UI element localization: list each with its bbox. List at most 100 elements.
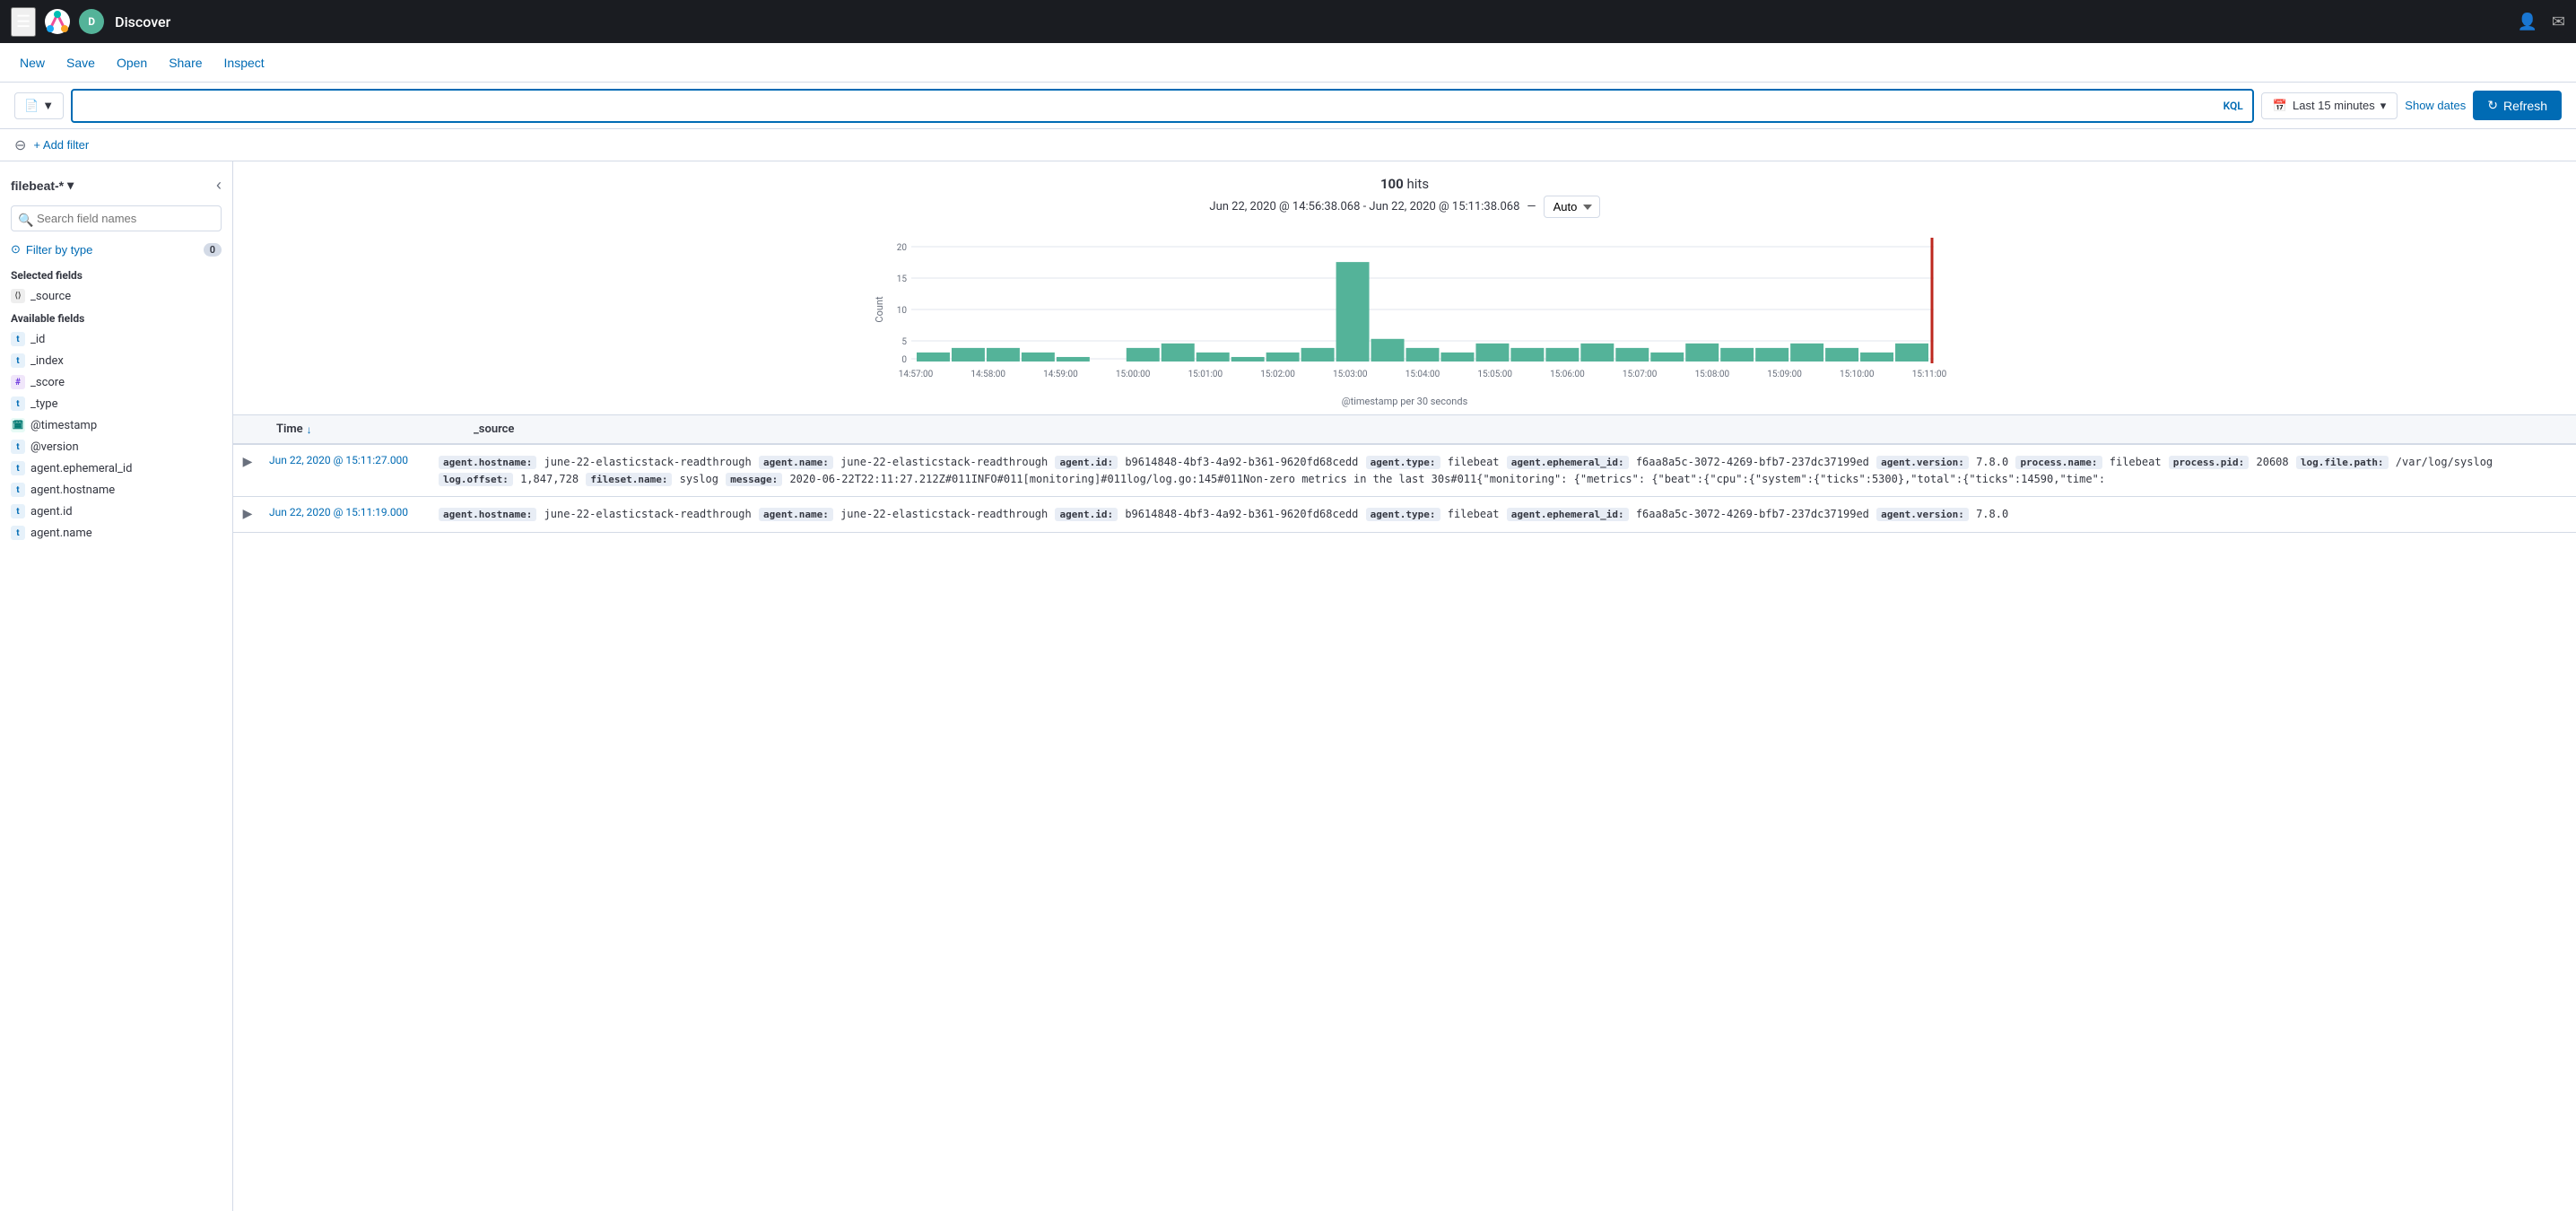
- chart-bar[interactable]: [1057, 357, 1090, 362]
- field-key: agent.ephemeral_id:: [1507, 508, 1629, 521]
- field-key: agent.name:: [759, 508, 833, 521]
- share-button[interactable]: Share: [163, 52, 207, 74]
- kql-badge[interactable]: KQL: [2224, 100, 2243, 112]
- time-column-header[interactable]: Time ↓: [276, 423, 474, 436]
- chart-bar[interactable]: [1475, 344, 1509, 362]
- new-button[interactable]: New: [14, 52, 50, 74]
- index-pattern-button[interactable]: filebeat-* ▾: [11, 178, 74, 193]
- inspect-button[interactable]: Inspect: [219, 52, 270, 74]
- index-selector[interactable]: 📄 ▼: [14, 92, 64, 119]
- field-value: june-22-elasticstack-readthrough: [834, 456, 1055, 468]
- selected-field-item[interactable]: ⟨⟩_source: [0, 285, 232, 307]
- toolbar: New Save Open Share Inspect: [0, 43, 2576, 83]
- field-type-icon: t: [11, 396, 25, 411]
- interval-select[interactable]: Auto: [1544, 196, 1600, 218]
- available-fields-list: t_idt_index#_scoret_type🗓@timestamp t @ver…: [0, 328, 232, 544]
- chart-bar[interactable]: [1685, 344, 1719, 362]
- chart-bar[interactable]: [1336, 262, 1370, 362]
- available-field-item[interactable]: t_type: [0, 393, 232, 414]
- field-key: process.pid:: [2169, 456, 2249, 469]
- x-axis-tick-label: 15:07:00: [1623, 370, 1658, 379]
- y-axis-label: Count: [874, 296, 885, 323]
- available-field-item[interactable]: tagent.name: [0, 522, 232, 544]
- chart-container: 100 hits Jun 22, 2020 @ 14:56:38.068 - J…: [233, 161, 2576, 415]
- expand-row-button[interactable]: ▶: [233, 497, 262, 530]
- collapse-sidebar-button[interactable]: ‹: [216, 176, 222, 195]
- chart-bar[interactable]: [1406, 348, 1440, 362]
- show-dates-button[interactable]: Show dates: [2405, 99, 2466, 112]
- field-type-icon: t: [11, 526, 25, 540]
- chart-bar[interactable]: [1650, 353, 1684, 362]
- field-name: _score: [30, 376, 65, 389]
- chart-bar[interactable]: [1790, 344, 1823, 362]
- chart-bar[interactable]: [1127, 348, 1160, 362]
- search-bar: 📄 ▼ KQL 📅 Last 15 minutes ▾ Show dates ↻…: [0, 83, 2576, 129]
- chart-bar[interactable]: [1231, 357, 1265, 362]
- open-button[interactable]: Open: [111, 52, 152, 74]
- field-key: log.file.path:: [2296, 456, 2389, 469]
- available-field-item[interactable]: 🗓@timestamp: [0, 414, 232, 436]
- result-time[interactable]: Jun 22, 2020 @ 15:11:27.000: [262, 445, 431, 475]
- chart-bar[interactable]: [1860, 353, 1893, 362]
- save-button[interactable]: Save: [61, 52, 100, 74]
- time-picker-button[interactable]: 📅 Last 15 minutes ▾: [2261, 92, 2398, 119]
- field-value: syslog: [673, 473, 725, 485]
- field-type-icon: 🗓: [11, 418, 25, 432]
- chart-bar[interactable]: [1580, 344, 1614, 362]
- search-input[interactable]: [82, 99, 2224, 113]
- chart-bar[interactable]: [1022, 353, 1055, 362]
- available-field-item[interactable]: t @version: [0, 436, 232, 457]
- notifications-icon[interactable]: ✉: [2552, 13, 2565, 31]
- available-field-item[interactable]: t_id: [0, 328, 232, 350]
- sidebar: filebeat-* ▾ ‹ 🔍 ⊙ Filter by type 0 Sele…: [0, 161, 233, 1211]
- field-value: filebeat: [2103, 456, 2168, 468]
- field-name: @version: [30, 440, 79, 454]
- field-type-icon: t: [11, 440, 25, 454]
- field-key: agent.hostname:: [439, 508, 536, 521]
- field-value: june-22-elasticstack-readthrough: [537, 456, 758, 468]
- filter-icon[interactable]: ⊖: [14, 136, 26, 153]
- chart-bar[interactable]: [1301, 348, 1335, 362]
- available-field-item[interactable]: #_score: [0, 371, 232, 393]
- add-filter-button[interactable]: + Add filter: [33, 138, 89, 152]
- chart-bar[interactable]: [1755, 348, 1788, 362]
- chart-bar[interactable]: [1266, 353, 1300, 362]
- chart-bar[interactable]: [987, 348, 1020, 362]
- chart-bar[interactable]: [1615, 348, 1649, 362]
- available-field-item[interactable]: t_index: [0, 350, 232, 371]
- sort-arrow-icon: ↓: [307, 423, 312, 436]
- x-axis-tick-label: 15:02:00: [1260, 370, 1295, 379]
- field-type-icon: t: [11, 353, 25, 368]
- expand-row-button[interactable]: ▶: [233, 445, 262, 478]
- avatar[interactable]: D: [79, 9, 104, 34]
- refresh-button[interactable]: ↻ Refresh: [2473, 91, 2562, 120]
- chart-bar[interactable]: [917, 353, 950, 362]
- search-fields-input[interactable]: [11, 205, 222, 231]
- x-axis-tick-label: 14:58:00: [970, 370, 1005, 379]
- chart-bar[interactable]: [952, 348, 985, 362]
- available-field-item[interactable]: tagent.hostname: [0, 479, 232, 501]
- chart-bar[interactable]: [1720, 348, 1754, 362]
- chart-bar[interactable]: [1440, 353, 1474, 362]
- field-type-icon: t: [11, 504, 25, 518]
- result-time[interactable]: Jun 22, 2020 @ 15:11:19.000: [262, 497, 431, 527]
- field-name: agent.ephemeral_id: [30, 462, 132, 475]
- chart-bar[interactable]: [1371, 339, 1405, 362]
- chart-bar[interactable]: [1510, 348, 1544, 362]
- chart-bar[interactable]: [1162, 344, 1195, 362]
- user-settings-icon[interactable]: 👤: [2517, 13, 2537, 31]
- chart-bar[interactable]: [1825, 348, 1858, 362]
- field-key: agent.ephemeral_id:: [1507, 456, 1629, 469]
- chart-bar[interactable]: [1895, 344, 1928, 362]
- field-value: /var/log/syslog: [2389, 456, 2493, 468]
- field-key: message:: [726, 473, 782, 486]
- menu-icon[interactable]: ☰: [11, 7, 36, 37]
- filter-by-type-button[interactable]: ⊙ Filter by type: [11, 242, 92, 257]
- available-field-item[interactable]: tagent.ephemeral_id: [0, 457, 232, 479]
- available-field-item[interactable]: tagent.id: [0, 501, 232, 522]
- field-value: 7.8.0: [1970, 456, 2015, 468]
- field-key: agent.type:: [1366, 508, 1440, 521]
- chart-bar[interactable]: [1197, 353, 1230, 362]
- chart-bar[interactable]: [1545, 348, 1579, 362]
- search-input-wrap: KQL: [71, 89, 2254, 123]
